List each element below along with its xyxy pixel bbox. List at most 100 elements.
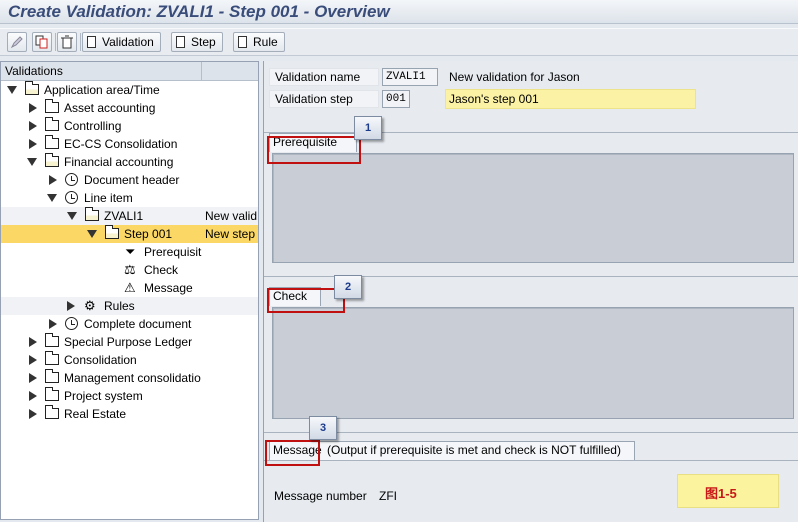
collapse-triangle-icon[interactable] [67,301,75,311]
tree-node-consolidation[interactable]: Consolidation [1,351,258,369]
tree-node-message[interactable]: ⚠ Message [1,279,258,297]
tree-node-special-purpose-ledger[interactable]: Special Purpose Ledger [1,333,258,351]
tree-node-label: Application area/Time [44,83,160,97]
validation-button-label: Validation [102,35,154,49]
tree-node-step-001[interactable]: Step 001 New step [1,225,258,243]
funnel-icon: ⏷ [125,244,136,259]
copy-button[interactable] [32,32,52,52]
validation-step-label: Validation step [269,90,379,108]
tree-node-label: Special Purpose Ledger [64,335,193,349]
folder-icon [45,405,59,419]
collapse-triangle-icon[interactable] [29,355,37,365]
tree-node-ec-cs-consolidation[interactable]: EC-CS Consolidation [1,135,258,153]
copy-icon [35,35,48,49]
expand-triangle-icon[interactable] [7,86,17,94]
folder-icon [45,117,59,131]
collapse-triangle-icon[interactable] [29,409,37,419]
validation-button[interactable]: Validation [82,32,161,52]
tree-node-check[interactable]: ⚖ Check [1,261,258,279]
pen-icon [10,36,23,49]
tree-node-label: Project system [64,389,143,403]
message-tab[interactable]: Message (Output if prerequisite is met a… [269,441,635,460]
tree-node-description: New valid [205,209,258,223]
clock-icon [65,173,78,186]
trash-icon [61,35,73,49]
tree-node-application-area[interactable]: Application area/Time [1,81,258,99]
tree-node-label: Financial accounting [64,155,174,169]
tree-node-real-estate[interactable]: Real Estate [1,405,258,423]
collapse-triangle-icon[interactable] [29,391,37,401]
step-button[interactable]: Step [171,32,223,52]
window-title: Create Validation: ZVALI1 - Step 001 - O… [8,2,390,21]
expand-triangle-icon[interactable] [27,158,37,166]
message-tab-note: (Output if prerequisite is met and check… [327,443,621,457]
tree-node-controlling[interactable]: Controlling [1,117,258,135]
figure-watermark: 图1-5 [677,474,779,508]
tree-node-label: Asset accounting [64,101,156,115]
delete-button[interactable] [57,32,77,52]
expand-triangle-icon[interactable] [47,194,57,202]
check-editor[interactable] [272,307,794,419]
tree-node-label: Step 001 [124,227,173,241]
callout-badge: 2 [334,275,362,299]
tree-node-label: Rules [104,299,135,313]
tree-node-label: Document header [84,173,180,187]
tree-node-line-item[interactable]: Line item [1,189,258,207]
validation-step-description-input[interactable]: Jason's step 001 [445,89,696,109]
collapse-triangle-icon[interactable] [29,337,37,347]
toolbar-separator [55,33,56,51]
collapse-triangle-icon[interactable] [29,139,37,149]
prerequisite-editor[interactable] [272,153,794,263]
tree-node-label: ZVALI1 [104,209,144,223]
folder-open-icon [105,225,119,239]
tree-node-description: New step [205,227,256,241]
tree-node-label: Complete document [84,317,192,331]
document-icon [176,36,185,48]
window-title-bar: Create Validation: ZVALI1 - Step 001 - O… [0,0,798,24]
expand-triangle-icon[interactable] [87,230,97,238]
collapse-triangle-icon[interactable] [29,121,37,131]
collapse-triangle-icon[interactable] [49,175,57,185]
rule-button[interactable]: Rule [233,32,285,52]
collapse-triangle-icon[interactable] [49,319,57,329]
message-number-value[interactable]: ZFI [379,488,397,504]
tree-node-prerequisite[interactable]: ⏷ Prerequisit [1,243,258,261]
folder-icon [45,99,59,113]
clock-icon [65,191,78,204]
folder-icon [45,135,59,149]
column-splitter[interactable] [201,62,202,81]
tree-node-complete-document[interactable]: Complete document [1,315,258,333]
validation-name-field[interactable]: ZVALI1 [382,68,438,86]
folder-icon [45,351,59,365]
tree-node-label: Check [144,263,179,277]
tree-node-label: Line item [84,191,133,205]
tree-node-project-system[interactable]: Project system [1,387,258,405]
tree-node-document-header[interactable]: Document header [1,171,258,189]
document-icon [87,36,96,48]
collapse-triangle-icon[interactable] [29,103,37,113]
folder-open-icon [45,153,59,167]
rule-button-label: Rule [253,35,278,49]
tree-node-management-consolidation[interactable]: Management consolidatio [1,369,258,387]
tree-node-rules[interactable]: ⚙ Rules [1,297,258,315]
tree-node-zvali1[interactable]: ZVALI1 New valid [1,207,258,225]
watermark-label: 图1-5 [705,486,737,501]
message-highlight-frame [265,440,320,466]
section-divider [264,432,798,433]
tree-node-asset-accounting[interactable]: Asset accounting [1,99,258,117]
folder-open-icon [85,207,99,221]
clock-icon [65,317,78,330]
validation-step-field[interactable]: 001 [382,90,410,108]
collapse-triangle-icon[interactable] [29,373,37,383]
pen-button[interactable] [7,32,27,52]
expand-triangle-icon[interactable] [67,212,77,220]
tree-node-financial-accounting[interactable]: Financial accounting [1,153,258,171]
application-toolbar: Validation Step Rule [0,28,798,56]
tree-node-label: Consolidation [64,353,137,367]
tree-node-label: Controlling [64,119,122,133]
rules-icon: ⚙ [84,298,96,313]
tree-node-label: Prerequisit [144,245,202,259]
tree-node-label: Management consolidatio [64,371,201,385]
tree-node-label: Message [144,281,193,295]
validation-tree: Validations Application area/Time Asset … [0,61,259,520]
